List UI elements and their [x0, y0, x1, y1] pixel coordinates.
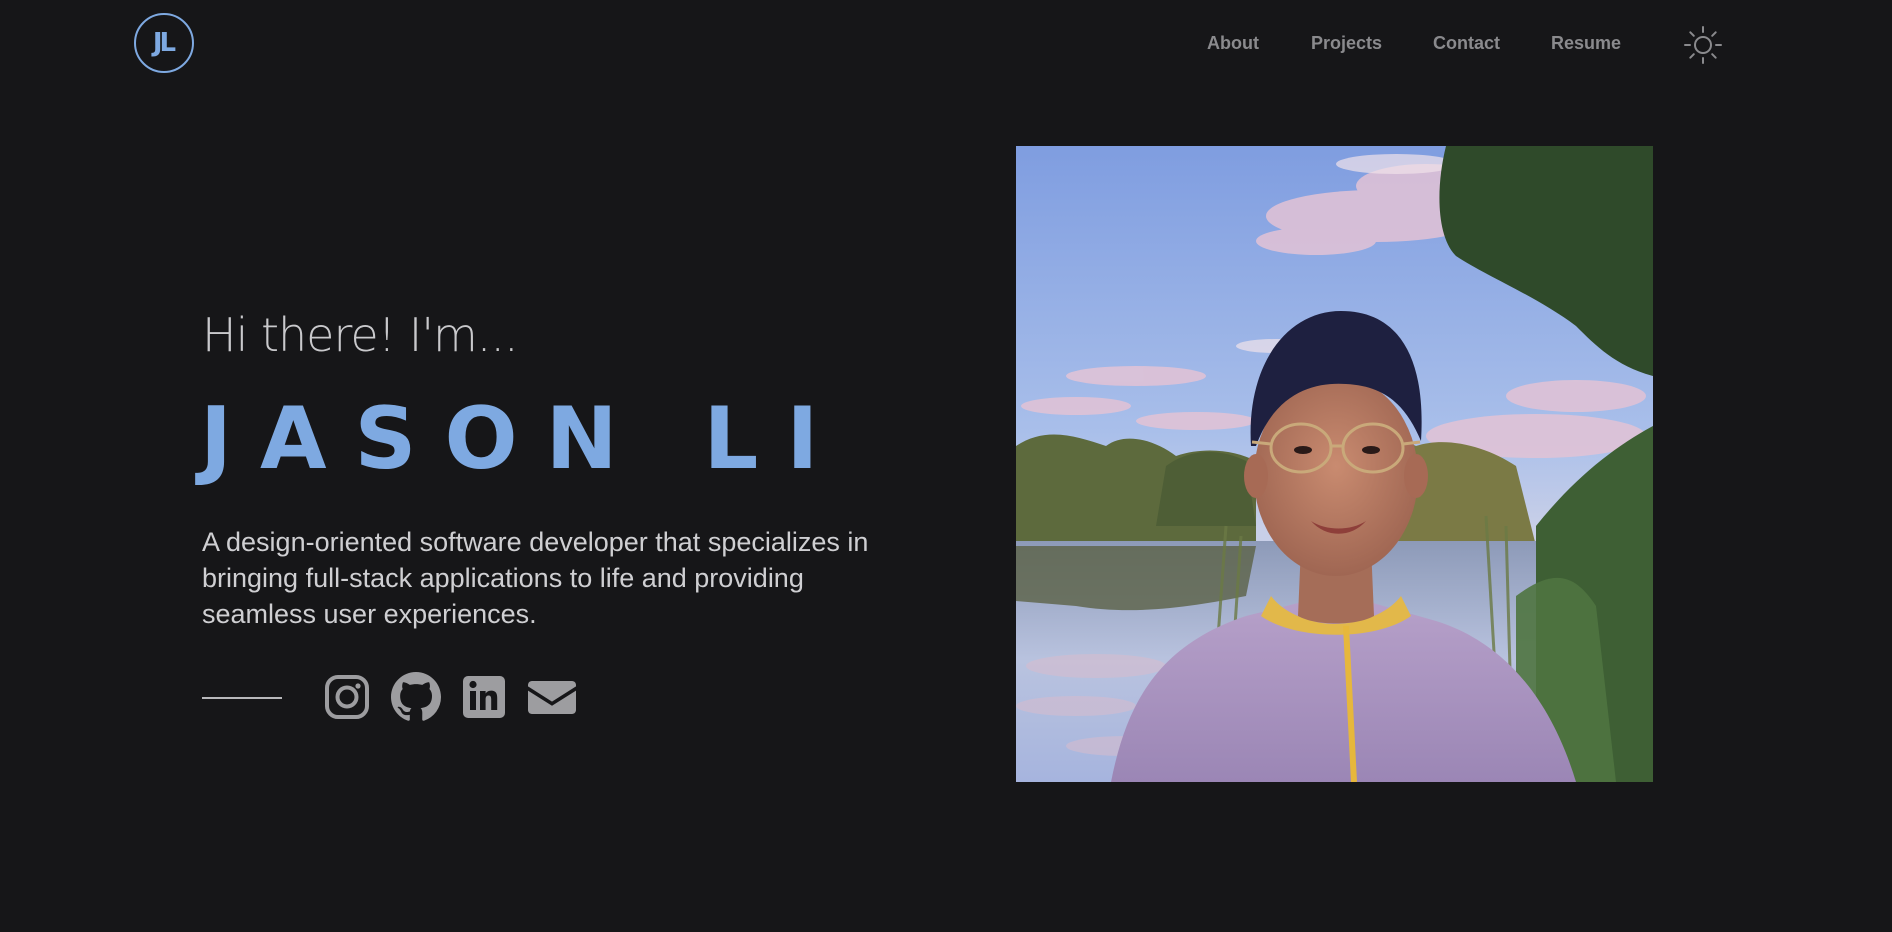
- nav-about-link[interactable]: About: [1207, 33, 1259, 54]
- hero-tagline: A design-oriented software developer tha…: [202, 527, 869, 629]
- hero-name: JASON LI: [200, 389, 847, 489]
- logo[interactable]: JL: [134, 13, 194, 73]
- logo-text: JL: [152, 28, 176, 58]
- email-icon[interactable]: [527, 672, 577, 722]
- page: JL About Projects Contact Resume Hi ther…: [0, 0, 1892, 932]
- nav-projects-link[interactable]: Projects: [1311, 33, 1382, 54]
- instagram-icon[interactable]: [324, 672, 370, 722]
- nav-resume-link[interactable]: Resume: [1551, 33, 1621, 54]
- greeting: Hi there! I'm...: [202, 308, 519, 362]
- linkedin-icon[interactable]: [462, 672, 506, 722]
- profile-photo: [1016, 146, 1653, 782]
- github-icon[interactable]: [391, 672, 441, 722]
- sun-icon[interactable]: [1683, 25, 1723, 65]
- divider-line: [202, 697, 282, 699]
- nav-contact-link[interactable]: Contact: [1433, 33, 1500, 54]
